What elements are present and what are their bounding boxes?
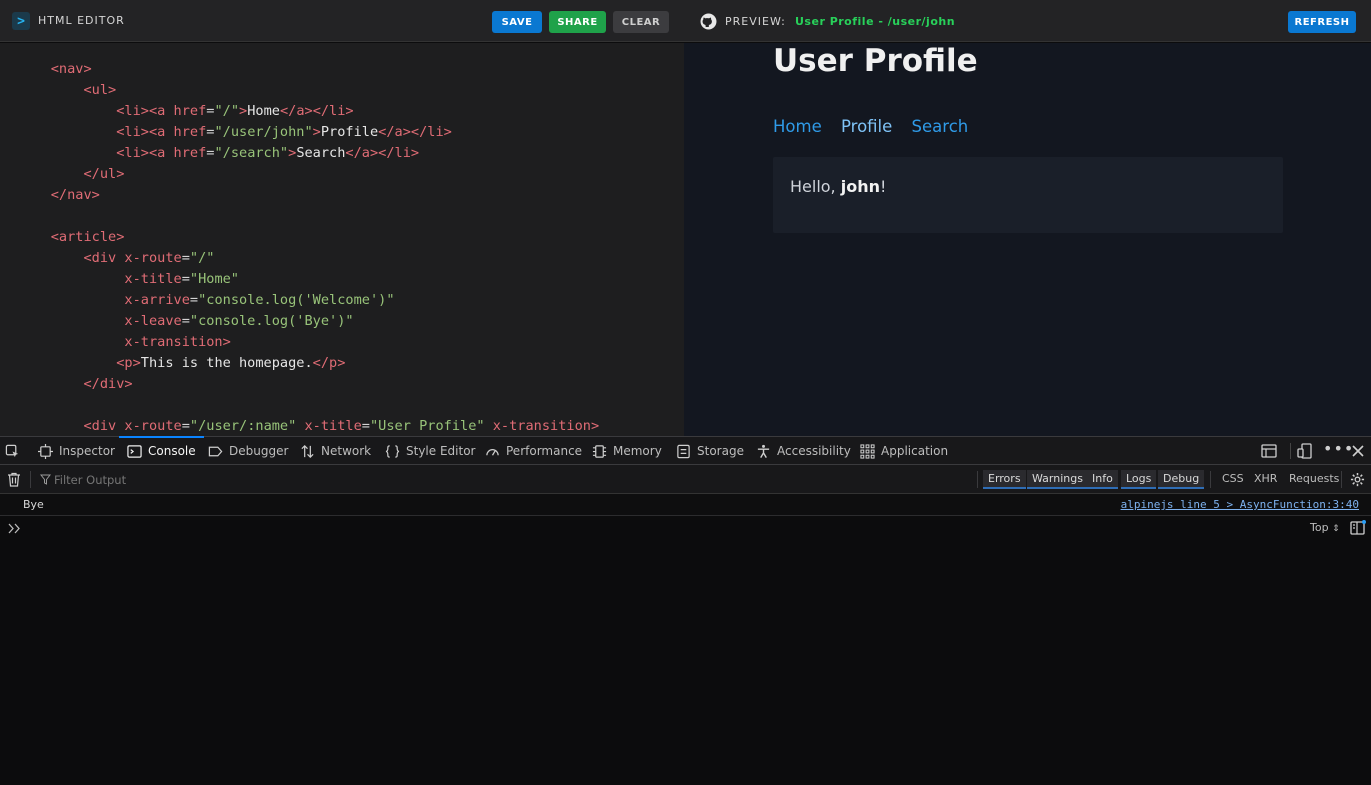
close-devtools-button[interactable] bbox=[1351, 443, 1365, 459]
greeting-text: Hello, john! bbox=[790, 177, 886, 196]
console-icon bbox=[127, 444, 142, 458]
github-icon[interactable] bbox=[700, 13, 717, 30]
element-picker-button[interactable] bbox=[5, 437, 20, 465]
tab-performance[interactable]: Performance bbox=[485, 437, 582, 465]
editor-mode-icon[interactable] bbox=[1350, 520, 1366, 535]
braces-icon bbox=[385, 444, 400, 458]
preview-nav-home[interactable]: Home bbox=[773, 117, 822, 136]
dock-side-button[interactable] bbox=[1261, 443, 1277, 459]
filter-output-input[interactable] bbox=[54, 471, 954, 488]
more-options-icon[interactable]: ••• bbox=[1323, 439, 1354, 458]
filter-funnel-icon bbox=[40, 474, 51, 485]
preview-label: PREVIEW: bbox=[725, 15, 786, 28]
network-icon bbox=[301, 444, 314, 458]
tab-console[interactable]: Console bbox=[119, 436, 204, 464]
tab-debugger[interactable]: Debugger bbox=[208, 437, 288, 465]
tab-memory[interactable]: Memory bbox=[592, 437, 662, 465]
tab-application-label: Application bbox=[881, 444, 949, 458]
app-logo-icon: > bbox=[12, 12, 30, 30]
tab-accessibility-label: Accessibility bbox=[777, 444, 851, 458]
tab-console-label: Console bbox=[148, 444, 196, 458]
responsive-device-icon bbox=[1297, 443, 1312, 459]
filter-requests[interactable]: Requests bbox=[1289, 472, 1339, 485]
tab-memory-label: Memory bbox=[613, 444, 662, 458]
filter-info[interactable]: Info bbox=[1087, 470, 1118, 489]
console-log-row: Bye alpinejs line 5 > AsyncFunction:3:40 bbox=[0, 494, 1371, 516]
filter-xhr[interactable]: XHR bbox=[1254, 472, 1277, 485]
chevron-double-right-icon bbox=[8, 523, 20, 534]
debugger-icon bbox=[208, 446, 223, 456]
tab-style-editor[interactable]: Style Editor bbox=[385, 437, 475, 465]
toolbar-divider bbox=[1290, 443, 1291, 459]
app-toolbar: > HTML EDITOR SAVE SHARE CLEAR PREVIEW: … bbox=[0, 0, 1371, 42]
application-grid-icon bbox=[860, 443, 875, 459]
inspector-icon bbox=[38, 443, 53, 459]
close-icon bbox=[1352, 445, 1364, 457]
share-button[interactable]: SHARE bbox=[549, 11, 606, 33]
console-filter-bar: Errors Warnings Info Logs Debug CSS XHR … bbox=[0, 465, 1371, 494]
gear-icon[interactable] bbox=[1350, 472, 1365, 487]
filter-warnings[interactable]: Warnings bbox=[1027, 470, 1088, 489]
updown-icon: ⇕ bbox=[1332, 524, 1340, 534]
tab-network-label: Network bbox=[321, 444, 372, 458]
log-message: Bye bbox=[23, 498, 44, 511]
preview-pane: User Profile Home Profile Search Hello, … bbox=[684, 43, 1371, 436]
tab-inspector-label: Inspector bbox=[59, 444, 115, 458]
tab-network[interactable]: Network bbox=[300, 437, 371, 465]
preview-card: Hello, john! bbox=[773, 157, 1283, 233]
preview-nav-profile[interactable]: Profile bbox=[841, 117, 892, 136]
tab-application[interactable]: Application bbox=[860, 437, 948, 465]
filter-errors[interactable]: Errors bbox=[983, 470, 1026, 489]
responsive-mode-button[interactable] bbox=[1297, 443, 1313, 459]
preview-nav-search[interactable]: Search bbox=[912, 117, 969, 136]
tab-debugger-label: Debugger bbox=[229, 444, 289, 458]
refresh-button[interactable]: REFRESH bbox=[1288, 11, 1356, 33]
context-selector-label: Top bbox=[1310, 521, 1329, 534]
greeting-suffix: ! bbox=[880, 177, 887, 196]
devtools-tabbar: Inspector Console Debugger Network Style… bbox=[0, 436, 1371, 465]
app-title: HTML EDITOR bbox=[38, 14, 125, 27]
log-source-link[interactable]: alpinejs line 5 > AsyncFunction:3:40 bbox=[1121, 498, 1359, 511]
save-button[interactable]: SAVE bbox=[492, 11, 542, 33]
layout-sidebar-icon bbox=[1261, 444, 1277, 458]
tab-storage[interactable]: Storage bbox=[676, 437, 744, 465]
filter-divider bbox=[977, 471, 978, 488]
pick-element-icon bbox=[5, 444, 19, 457]
preview-nav: Home Profile Search bbox=[773, 117, 982, 136]
memory-chip-icon bbox=[592, 444, 607, 458]
filter-divider bbox=[30, 471, 31, 488]
preview-url: User Profile - /user/john bbox=[795, 15, 956, 28]
console-input-area[interactable]: Top ⇕ bbox=[0, 516, 1371, 785]
tab-storage-label: Storage bbox=[697, 444, 744, 458]
greeting-name: john bbox=[840, 177, 880, 196]
filter-divider bbox=[1210, 471, 1211, 488]
filter-divider bbox=[1341, 471, 1342, 488]
tab-style-editor-label: Style Editor bbox=[406, 444, 476, 458]
preview-heading: User Profile bbox=[773, 43, 978, 79]
filter-logs[interactable]: Logs bbox=[1121, 470, 1157, 489]
storage-icon bbox=[677, 444, 690, 458]
filter-debug[interactable]: Debug bbox=[1158, 470, 1205, 489]
trash-icon[interactable] bbox=[7, 472, 21, 487]
tab-performance-label: Performance bbox=[506, 444, 583, 458]
greeting-prefix: Hello, bbox=[790, 177, 841, 196]
clear-button[interactable]: CLEAR bbox=[613, 11, 669, 33]
tab-accessibility[interactable]: Accessibility bbox=[756, 437, 851, 465]
gauge-icon bbox=[486, 448, 499, 456]
tab-inspector[interactable]: Inspector bbox=[38, 437, 115, 465]
code-content[interactable]: <nav> <ul> <li><a href="/">Home</a></li>… bbox=[18, 59, 599, 436]
accessibility-icon bbox=[757, 444, 770, 458]
context-selector[interactable]: Top ⇕ bbox=[1310, 521, 1340, 534]
code-editor[interactable]: <nav> <ul> <li><a href="/">Home</a></li>… bbox=[0, 43, 684, 436]
filter-css[interactable]: CSS bbox=[1222, 472, 1244, 485]
